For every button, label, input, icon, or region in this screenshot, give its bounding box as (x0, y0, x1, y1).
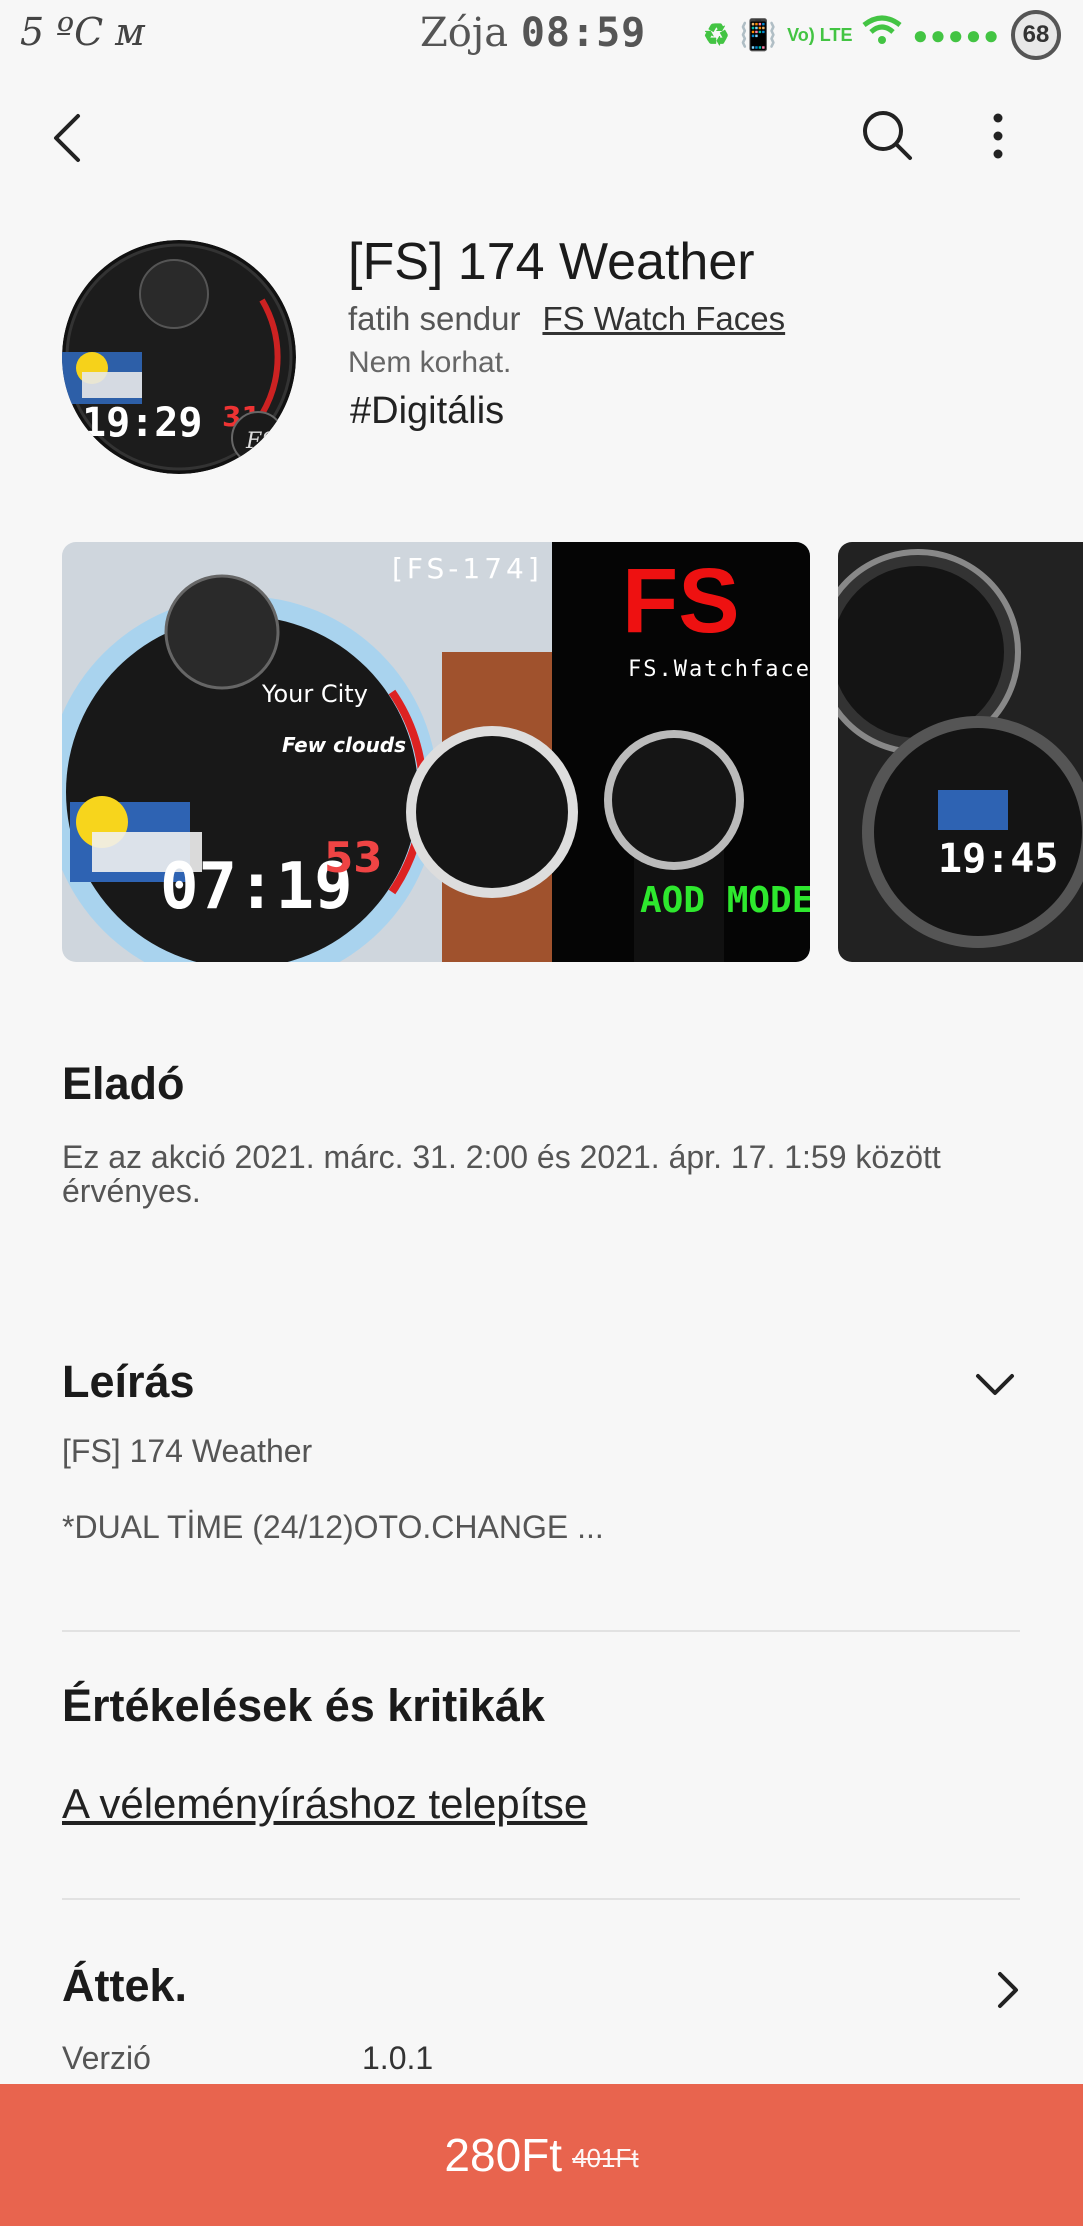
recycle-icon: ♻ (702, 18, 730, 52)
overview-open-button[interactable] (990, 1966, 1026, 2014)
screenshot-watermark: [FS-174] (392, 552, 543, 585)
status-center: Zója 08:59 (420, 10, 646, 56)
battery-icon: 68 (1011, 10, 1061, 60)
status-carrier: Zója (420, 10, 509, 56)
screenshot-1[interactable]: 07:19 53 Your City Few clouds [FS-174] F… (62, 542, 810, 962)
screenshot-2-time: 19:45 (938, 836, 1058, 882)
more-options-button[interactable] (976, 106, 1020, 166)
app-icon: 19:29 31 FS (62, 240, 296, 474)
install-to-review-link[interactable]: A véleményíráshoz telepítse (62, 1780, 587, 1828)
status-icons: ♻ 📳 Vo) LTE ●●●●● 68 (703, 10, 1061, 60)
sale-title: Eladó (62, 1058, 185, 1109)
app-bar (0, 96, 1083, 176)
search-icon (863, 111, 912, 160)
status-clock: 08:59 (520, 10, 647, 56)
signal-icon: ●●●●● (912, 19, 1001, 50)
original-price: 401Ft (572, 2142, 639, 2173)
screenshot-2[interactable]: 19:45 (838, 542, 1083, 962)
volte-icon: Vo) LTE (787, 25, 853, 45)
description-line-2: *DUAL TİME (24/12)OTO.CHANGE ... (62, 1509, 604, 1545)
developer-link[interactable]: FS Watch Faces (542, 300, 785, 338)
screenshot-city: Your City (261, 680, 368, 708)
svg-text:FS: FS (622, 550, 740, 652)
overview-title: Áttek. (62, 1960, 188, 2011)
age-rating: Nem korhat. (348, 346, 512, 379)
category-tag[interactable]: #Digitális (350, 390, 504, 433)
more-vertical-icon (993, 113, 1003, 159)
version-label: Verzió (62, 2040, 151, 2076)
back-button[interactable] (42, 110, 98, 166)
chevron-right-icon (998, 1972, 1018, 2008)
divider (62, 1630, 1020, 1632)
sale-text: Ez az akció 2021. márc. 31. 2:00 és 2021… (62, 1139, 941, 1209)
status-weather-text: 5 ºC ᴍ (20, 10, 145, 54)
sale-price: 280Ft (444, 2129, 563, 2181)
vibrate-icon: 📳 (739, 18, 778, 52)
description-line-1: [FS] 174 Weather (62, 1433, 313, 1469)
svg-text:19:29: 19:29 (82, 400, 202, 446)
screenshot-weather: Few clouds (282, 733, 406, 757)
screenshot-brand: FS.Watchface (628, 657, 810, 682)
version-value: 1.0.1 (362, 2040, 434, 2076)
buy-button[interactable]: 280Ft 401Ft (0, 2084, 1083, 2226)
chevron-left-icon (54, 114, 80, 162)
app-title: [FS] 174 Weather (348, 233, 755, 291)
wifi-icon (862, 15, 903, 55)
search-button[interactable] (858, 106, 918, 166)
divider (62, 1898, 1020, 1900)
chevron-down-icon (976, 1374, 1014, 1395)
screenshot-badge: AOD MODE (640, 880, 810, 921)
screenshot-seconds: 53 (324, 833, 382, 882)
status-bar: 5 ºC ᴍ Zója 08:59 ♻ 📳 Vo) LTE ●●●●● 68 (0, 0, 1083, 66)
description-expand-button[interactable] (972, 1364, 1018, 1404)
description-title: Leírás (62, 1356, 195, 1407)
reviews-title: Értékelések és kritikák (62, 1680, 545, 1731)
developer-name: fatih sendur (348, 300, 521, 337)
svg-text:FS: FS (245, 429, 276, 454)
developer-row: fatih sendur FS Watch Faces (348, 300, 785, 338)
